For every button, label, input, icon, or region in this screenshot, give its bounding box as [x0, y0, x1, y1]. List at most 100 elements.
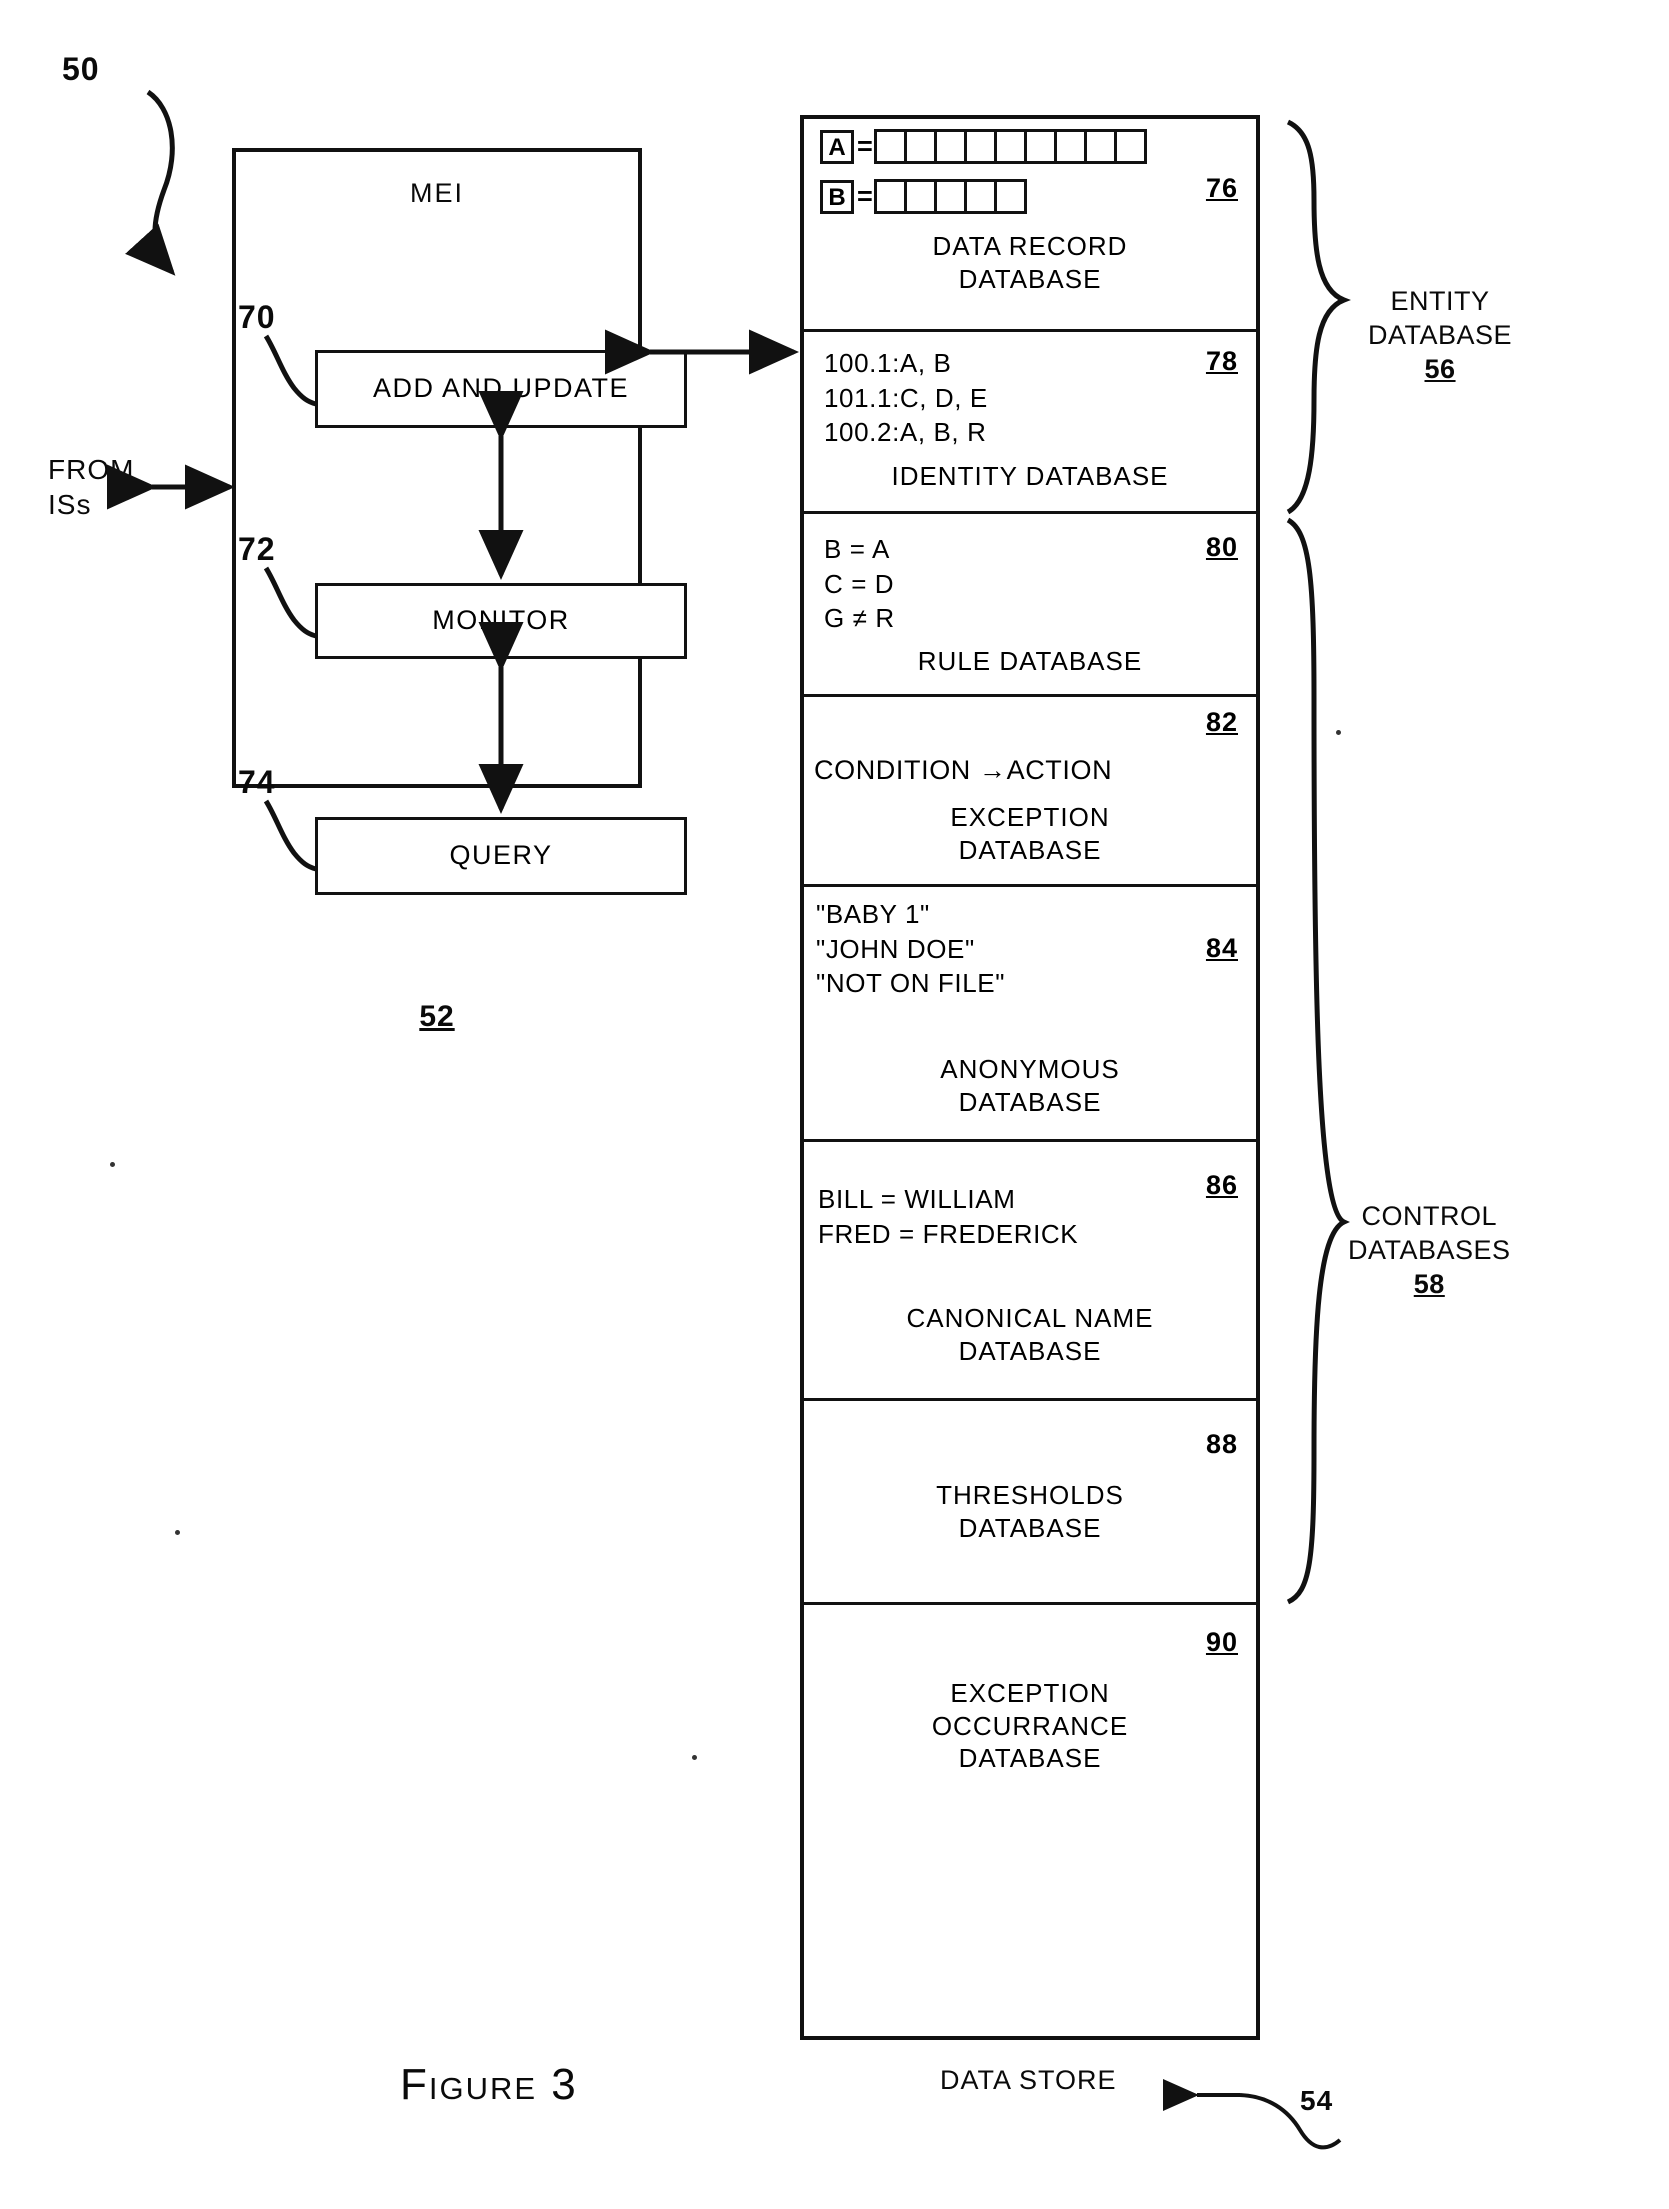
record-row-a: A = [820, 129, 1147, 164]
query-module[interactable]: QUERY [315, 817, 687, 895]
monitor-label: MONITOR [432, 604, 570, 635]
db-line: C = D [824, 568, 895, 599]
db-title-line3: DATABASE [958, 1743, 1102, 1773]
query-label: QUERY [449, 839, 553, 870]
reference-numeral-72: 72 [238, 531, 276, 567]
db-title-line1: THRESHOLDS [936, 1480, 1124, 1510]
entity-label-line1: ENTITY [1390, 286, 1490, 316]
db-line: B = A [824, 534, 890, 564]
entity-database-brace-label: ENTITY DATABASE 56 [1368, 285, 1512, 386]
reference-numeral-90: 90 [1205, 1627, 1238, 1657]
db-title-line2: OCCURRANCE [931, 1710, 1129, 1741]
reference-numeral-86: 86 [1205, 1170, 1238, 1200]
record-cell [993, 129, 1027, 164]
patent-figure-page: 50 FROM ISs MEI ADD AND UPDATE MONITOR Q… [0, 0, 1669, 2209]
reference-numeral-52: 52 [419, 1000, 455, 1033]
thresholds-database-title: THRESHOLDS DATABASE [800, 1479, 1260, 1544]
record-cell [873, 179, 907, 214]
db-line: "BABY 1" [816, 899, 930, 929]
record-cell [1083, 129, 1117, 164]
record-key-b: B [820, 179, 854, 214]
add-and-update-module[interactable]: ADD AND UPDATE [315, 350, 687, 428]
data-record-database-cell: A = B = 76 DATA RECORD DATABASE [800, 115, 1260, 332]
exception-database-lines: CONDITION →ACTION [814, 755, 1113, 785]
control-databases-brace-label: CONTROL DATABASES 58 [1348, 1200, 1511, 1301]
record-cell [903, 179, 937, 214]
thresholds-database-cell: 88 THRESHOLDS DATABASE [800, 1401, 1260, 1605]
control-databases-brace [1286, 517, 1350, 1605]
db-line: 100.2:A, B, R [824, 417, 987, 448]
db-title-line1: EXCEPTION [950, 802, 1110, 832]
db-line: BILL = WILLIAM [818, 1184, 1016, 1214]
reference-numeral-78: 78 [1205, 346, 1238, 376]
record-cell [903, 129, 937, 164]
anonymous-database-cell: "BABY 1" "JOHN DOE" "NOT ON FILE" 84 ANONY… [800, 887, 1260, 1142]
record-key-a: A [820, 129, 854, 164]
from-is-line2: ISs [48, 489, 92, 520]
identity-database-lines: 100.1:A, B 101.1:C, D, E 100.2:A, B, R [824, 346, 988, 450]
scan-artifact-dot [1336, 730, 1341, 735]
db-title-line2: DATABASE [958, 1512, 1102, 1543]
leader-line-50 [125, 89, 176, 276]
rule-database-cell: B = A C = D G ≠ R 80 RULE DATABASE [800, 514, 1260, 697]
db-title-line1: ANONYMOUS [940, 1054, 1120, 1084]
record-cells-b [873, 179, 1027, 214]
reference-numeral-50: 50 [62, 51, 100, 87]
db-line: "NOT ON FILE" [816, 968, 1006, 999]
record-cell [1113, 129, 1147, 164]
record-cell [993, 179, 1027, 214]
entity-database-brace [1286, 119, 1351, 515]
reference-numeral-88: 88 [1205, 1429, 1238, 1459]
entity-label-line2: DATABASE [1368, 319, 1513, 350]
data-record-database-title: DATA RECORD DATABASE [800, 230, 1260, 295]
db-line: FRED = FREDERICK [818, 1218, 1079, 1249]
db-title-line1: CANONICAL NAME [906, 1303, 1154, 1333]
scan-artifact-dot [175, 1530, 180, 1535]
anonymous-database-lines: "BABY 1" "JOHN DOE" "NOT ON FILE" [816, 897, 1005, 1001]
db-title-line1: EXCEPTION [950, 1678, 1110, 1708]
record-cell [1053, 129, 1087, 164]
db-title-line2: DATABASE [958, 1335, 1102, 1366]
reference-numeral-84: 84 [1205, 933, 1238, 963]
record-cell [1023, 129, 1057, 164]
exception-database-title: EXCEPTION DATABASE [800, 801, 1260, 866]
db-title-line2: DATABASE [958, 1086, 1102, 1117]
record-cell [963, 179, 997, 214]
db-line: G ≠ R [824, 603, 895, 634]
record-row-b: B = [820, 179, 1027, 214]
reference-numeral-56: 56 [1424, 353, 1456, 384]
db-line: "JOHN DOE" [816, 933, 975, 964]
reference-numeral-82: 82 [1205, 707, 1238, 737]
exception-occurrance-database-cell: 90 EXCEPTION OCCURRANCE DATABASE [800, 1605, 1260, 2040]
reference-numeral-58: 58 [1413, 1268, 1445, 1299]
record-cells-a [873, 129, 1147, 164]
db-title-line2: DATABASE [958, 834, 1102, 865]
reference-numeral-74: 74 [238, 764, 276, 800]
db-line: 100.1:A, B [824, 348, 952, 378]
record-cell [933, 179, 967, 214]
reference-numeral-80: 80 [1205, 532, 1238, 562]
from-is-label: FROM ISs [48, 452, 134, 522]
db-title-line2: DATABASE [958, 263, 1102, 294]
from-is-line1: FROM [48, 454, 135, 485]
record-cell [933, 129, 967, 164]
identity-database-title: IDENTITY DATABASE [891, 461, 1169, 491]
add-and-update-label: ADD AND UPDATE [372, 372, 630, 403]
rule-database-title: RULE DATABASE [917, 646, 1143, 676]
rule-database-lines: B = A C = D G ≠ R [824, 532, 895, 636]
scan-artifact-dot [110, 1162, 115, 1167]
reference-numeral-76: 76 [1205, 173, 1238, 203]
figure-caption: Figure 3 [400, 2060, 578, 2109]
monitor-module[interactable]: MONITOR [315, 583, 687, 659]
canonical-name-database-cell: BILL = WILLIAM FRED = FREDERICK 86 CANONI… [800, 1142, 1260, 1401]
reference-numeral-54: 54 [1300, 2085, 1334, 2116]
control-label-line2: DATABASES [1348, 1234, 1511, 1265]
canonical-name-database-lines: BILL = WILLIAM FRED = FREDERICK [818, 1182, 1078, 1251]
reference-numeral-70: 70 [238, 299, 276, 335]
anonymous-database-title: ANONYMOUS DATABASE [800, 1053, 1260, 1118]
mei-panel [232, 148, 642, 788]
mei-title: MEI [409, 178, 464, 208]
db-line: 101.1:C, D, E [824, 382, 988, 413]
scan-artifact-dot [692, 1755, 697, 1760]
exception-occurrance-database-title: EXCEPTION OCCURRANCE DATABASE [800, 1677, 1260, 1775]
